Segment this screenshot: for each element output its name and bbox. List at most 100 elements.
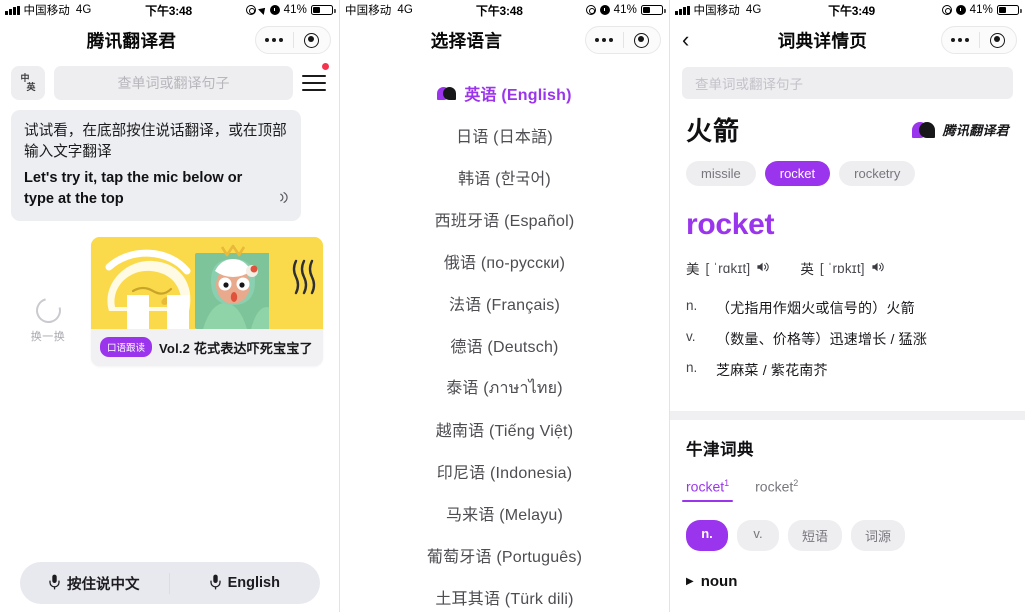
close-miniprogram-icon[interactable] — [624, 32, 661, 48]
pos-filter-chips: n. v. 短语 词源 — [686, 519, 1009, 551]
notification-dot — [322, 63, 329, 70]
bubble-text-cn: 试试看，在底部按住说话翻译，或在顶部输入文字翻译 — [24, 123, 287, 160]
hold-to-speak-chinese-button[interactable]: 按住说中文 — [20, 572, 170, 594]
definition-row: n. 芝麻菜 / 紫花南芥 — [686, 360, 1009, 380]
speaker-icon[interactable] — [756, 261, 770, 276]
wechat-capsule[interactable] — [941, 26, 1017, 54]
language-label: 越南语 (Tiếng Việt) — [435, 423, 574, 440]
promo-card[interactable]: 口语跟读 Vol.2 花式表达吓死宝宝了 — [91, 237, 323, 367]
dictionary-header: 火箭 腾讯翻译君 — [686, 111, 1009, 148]
language-item-korean[interactable]: 韩语 (한국어) — [340, 156, 669, 198]
speaker-icon[interactable] — [871, 261, 885, 276]
more-menu-icon[interactable] — [942, 32, 980, 48]
chat-area: 试试看，在底部按住说话翻译，或在顶部输入文字翻译 Let's try it, t… — [0, 110, 339, 367]
wechat-capsule[interactable] — [585, 26, 661, 54]
screen-select-language: 中国移动 4G 下午3:48 41% 选择语言 英语 (English) 日语 … — [340, 0, 670, 612]
phonetics-row: 美 [ ˈrɑkɪt] 英 [ ˈrɒkɪt] — [686, 258, 1009, 278]
wechat-capsule[interactable] — [255, 26, 331, 54]
definition-row: v. （数量、价格等）迅速增长 / 猛涨 — [686, 329, 1009, 349]
language-label: 德语 (Deutsch) — [450, 339, 559, 356]
promo-row: 换一换 口语跟读 Vol.2 花式表达吓死宝宝了 — [11, 237, 328, 367]
tag-missile[interactable]: missile — [686, 161, 756, 186]
tab-superscript: 2 — [793, 478, 799, 488]
chip-etymology[interactable]: 词源 — [851, 519, 906, 551]
nav-bar: ‹ 词典详情页 — [670, 20, 1025, 60]
tab-label: rocket — [686, 478, 725, 495]
tab-rocket-2[interactable]: rocket2 — [755, 478, 798, 502]
alarm-clock-icon — [599, 5, 610, 15]
speaker-icon[interactable] — [277, 190, 292, 208]
close-miniprogram-icon[interactable] — [980, 32, 1017, 48]
language-item-spanish[interactable]: 西班牙语 (Español) — [340, 198, 669, 240]
alarm-clock-icon — [269, 5, 280, 15]
oxford-dictionary-section: 牛津词典 rocket1 rocket2 n. v. 短语 词源 ▶ noun — [670, 420, 1025, 590]
language-item-malay[interactable]: 马来语 (Melayu) — [340, 492, 669, 534]
signal-bars-icon — [5, 5, 20, 15]
phonetic-us[interactable]: 美 [ ˈrɑkɪt] — [686, 258, 770, 278]
three-phone-screenshots: 中国移动 4G 下午3:48 41% 腾讯翻译君 中 英 查单词或翻译句子 试试… — [0, 0, 1026, 612]
network-type-label: 4G — [397, 4, 413, 16]
mic-bar: 按住说中文 English — [0, 554, 339, 612]
mic-right-label: English — [227, 575, 280, 591]
search-input[interactable]: 查单词或翻译句子 — [682, 67, 1013, 99]
tag-rocket[interactable]: rocket — [764, 161, 831, 186]
language-item-german[interactable]: 德语 (Deutsch) — [340, 324, 669, 366]
hamburger-menu-icon[interactable] — [302, 63, 329, 100]
language-label: 葡萄牙语 (Português) — [426, 549, 583, 566]
page-title: 词典详情页 — [777, 30, 868, 51]
do-not-disturb-icon — [941, 5, 952, 15]
language-item-thai[interactable]: 泰语 (ภาษาไทย) — [340, 366, 669, 408]
language-item-vietnamese[interactable]: 越南语 (Tiếng Việt) — [340, 408, 669, 450]
translation-tags: missile rocket rocketry — [686, 161, 1009, 186]
close-miniprogram-icon[interactable] — [294, 32, 331, 48]
language-item-indonesian[interactable]: 印尼语 (Indonesia) — [340, 450, 669, 492]
hold-to-speak-english-button[interactable]: English — [170, 574, 320, 593]
definition-pos: n. — [686, 360, 698, 375]
carrier-label: 中国移动 — [23, 5, 70, 17]
network-type-label: 4G — [75, 4, 92, 16]
chip-phrases[interactable]: 短语 — [788, 519, 843, 551]
chip-noun[interactable]: n. — [686, 519, 728, 551]
language-item-russian[interactable]: 俄语 (по-русски) — [340, 240, 669, 282]
language-label: 日语 (日本語) — [456, 129, 553, 146]
carrier-label: 中国移动 — [693, 5, 740, 17]
language-item-french[interactable]: 法语 (Français) — [340, 282, 669, 324]
language-item-portuguese[interactable]: 葡萄牙语 (Português) — [340, 534, 669, 576]
page-title: 选择语言 — [430, 30, 503, 51]
language-item-japanese[interactable]: 日语 (日本語) — [340, 114, 669, 156]
status-bar: 中国移动 4G 下午3:48 41% — [340, 0, 669, 20]
translator-logo-icon — [912, 121, 936, 139]
tab-rocket-1[interactable]: rocket1 — [681, 478, 734, 502]
status-clock: 下午3:48 — [145, 3, 192, 18]
translator-logo-icon — [437, 86, 457, 101]
mic-left-label: 按住说中文 — [67, 576, 140, 593]
refresh-icon[interactable] — [30, 293, 66, 328]
more-menu-icon[interactable] — [256, 32, 294, 48]
refresh-control[interactable]: 换一换 — [11, 293, 85, 366]
search-row: 中 英 查单词或翻译句子 — [0, 60, 339, 110]
bubble-text-en: Let's try it, tap the mic below or type … — [24, 170, 243, 207]
section-divider — [670, 411, 1025, 420]
phonetic-uk[interactable]: 英 [ ˈrɒkɪt] — [800, 258, 884, 278]
definition-text: （数量、价格等）迅速增长 / 猛涨 — [716, 331, 928, 347]
tag-rocketry[interactable]: rocketry — [839, 161, 916, 186]
language-label: 泰语 (ภาษาไทย) — [446, 379, 563, 397]
battery-icon — [641, 4, 666, 16]
status-left: 中国移动 4G — [675, 2, 761, 18]
pos-section-header[interactable]: ▶ noun — [686, 573, 1009, 590]
language-item-english[interactable]: 英语 (English) — [340, 72, 669, 114]
back-button[interactable]: ‹ — [678, 29, 704, 51]
tab-superscript: 1 — [724, 478, 730, 488]
do-not-disturb-icon — [585, 5, 596, 15]
language-direction-toggle[interactable]: 中 英 — [11, 66, 45, 100]
language-label: 韩语 (한국어) — [458, 171, 551, 188]
status-right: 41% — [245, 4, 336, 16]
pos-section-label: noun — [700, 572, 738, 590]
more-menu-icon[interactable] — [586, 32, 624, 48]
battery-icon — [311, 4, 336, 16]
network-type-label: 4G — [745, 4, 762, 16]
mic-pill: 按住说中文 English — [19, 562, 320, 604]
chip-verb[interactable]: v. — [737, 519, 779, 551]
search-input[interactable]: 查单词或翻译句子 — [54, 66, 293, 100]
language-item-turkish[interactable]: 土耳其语 (Türk dili) — [340, 576, 669, 612]
